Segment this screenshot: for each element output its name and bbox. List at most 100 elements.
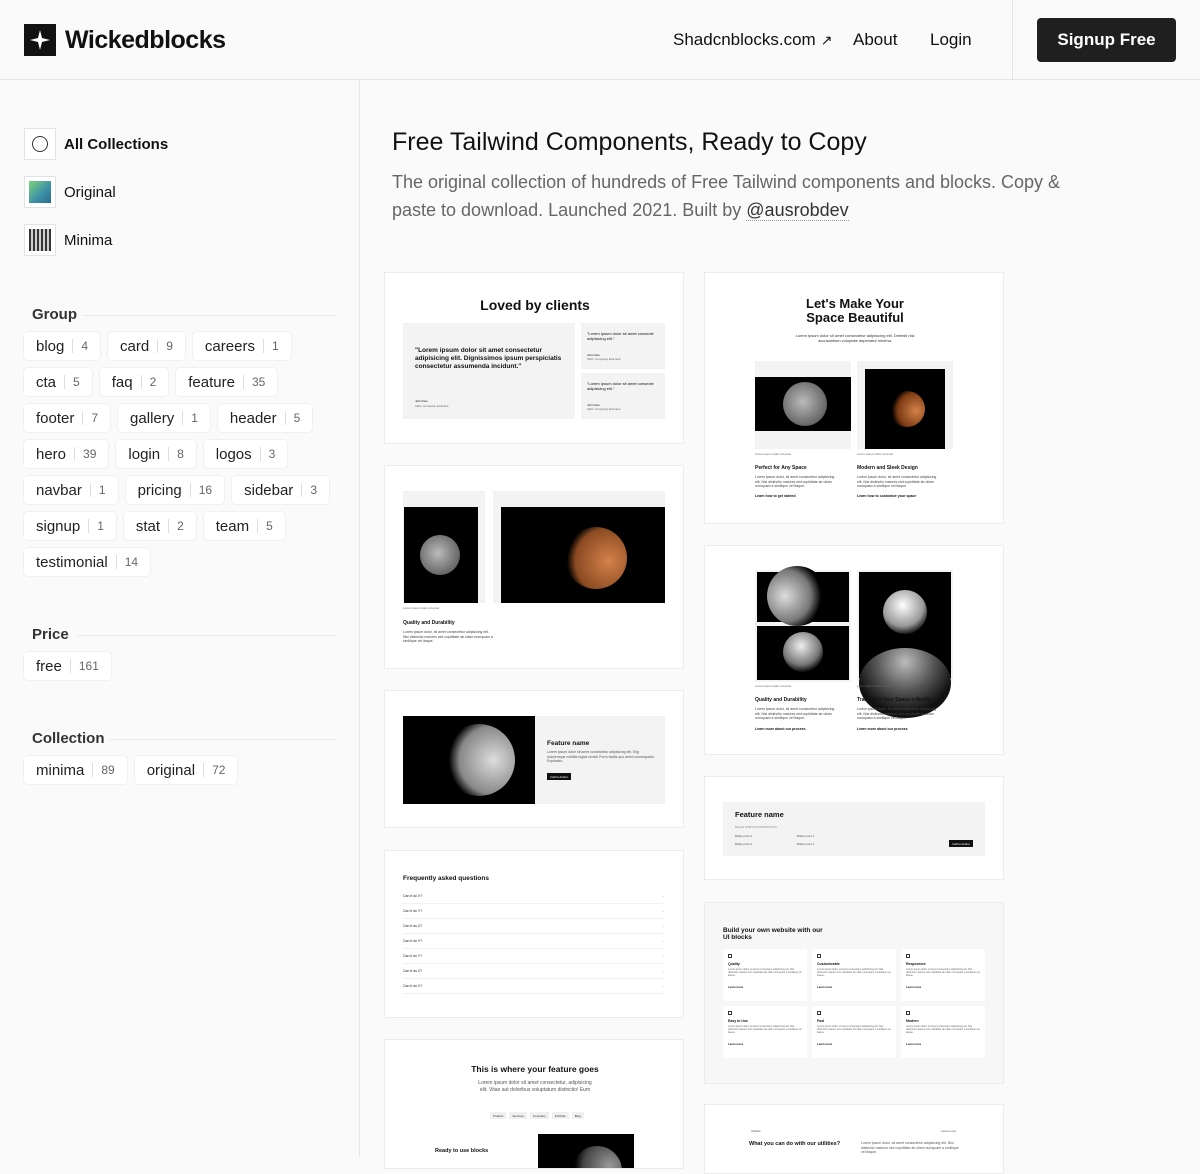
build-feature-card: Responsive Lorem ipsum dolor, sit amet co… xyxy=(901,949,985,1001)
preview-card-faq[interactable]: Frequently asked questions Can it do X? →… xyxy=(384,850,684,1018)
faq-row: Can it do X? → xyxy=(403,979,665,994)
filter-chip-count: 16 xyxy=(189,483,212,497)
group-divider xyxy=(82,315,336,316)
collection-original[interactable]: Original xyxy=(24,176,116,208)
preview-tab: Company xyxy=(529,1112,549,1119)
faq-question: Can it do X? xyxy=(403,939,423,943)
filter-chip-label: pricing xyxy=(137,481,182,499)
filter-chip-count: 2 xyxy=(168,519,184,533)
filter-chip-count: 5 xyxy=(284,411,300,425)
quality-link: Learn more about our process xyxy=(755,727,806,731)
author-link[interactable]: @ausrobdev xyxy=(746,200,849,221)
bullet-3: Bullet point 1 xyxy=(797,834,815,838)
quality-body: Lorem ipsum dolor, sit amet consectetur … xyxy=(755,707,835,720)
filter-chip-count: 1 xyxy=(262,339,279,353)
bullet-heading: BULLET POINTS & INTRODUCTION xyxy=(735,826,777,829)
feature-icon xyxy=(728,954,732,958)
chevron-right-icon: → xyxy=(661,984,666,988)
nav-shadcnblocks-link[interactable]: Shadcnblocks.com ↗ xyxy=(673,30,832,50)
build-feature-link: Learn more xyxy=(728,1042,744,1046)
filter-chip-label: team xyxy=(215,517,250,535)
filter-chip-count: 2 xyxy=(140,375,156,389)
filter-chip-label: sidebar xyxy=(244,481,294,499)
filter-chip-careers[interactable]: careers 1 xyxy=(192,332,291,360)
faq-question: Can it do Y? xyxy=(403,909,423,913)
build-feature-link: Learn more xyxy=(728,985,744,989)
signup-button[interactable]: Signup Free xyxy=(1037,18,1176,62)
filter-chip-header[interactable]: header 5 xyxy=(217,404,313,432)
feature-name: Feature name xyxy=(547,740,590,747)
nav-login-link[interactable]: Login xyxy=(930,30,972,50)
filter-chip-hero[interactable]: hero 39 xyxy=(24,440,109,468)
filter-chip-gallery[interactable]: gallery 1 xyxy=(118,404,210,432)
filter-chip-login[interactable]: login 8 xyxy=(116,440,196,468)
preview-card-quality[interactable]: Lorem ipsum dolor sit amet Lorem ipsum d… xyxy=(704,545,1004,755)
testimonial-quote: "Lorem ipsum dolor sit amet consectetur … xyxy=(415,347,562,370)
filter-chip-sidebar[interactable]: sidebar 3 xyxy=(232,476,329,504)
brand-logo[interactable]: Wickedblocks xyxy=(24,24,226,56)
ready-blocks-heading: Ready to use blocks xyxy=(435,1148,489,1154)
filter-chip-count: 35 xyxy=(242,375,265,389)
filter-chip-blog[interactable]: blog 4 xyxy=(24,332,101,360)
space-col2-body: Lorem ipsum dolor, sit amet consectetur … xyxy=(857,475,937,488)
preview-card-utilities[interactable]: Utilities Learn more What you can do wit… xyxy=(704,1104,1004,1174)
filter-chip-team[interactable]: team 5 xyxy=(203,512,285,540)
filter-chip-footer[interactable]: footer 7 xyxy=(24,404,111,432)
utilities-body: Lorem ipsum dolor, sit amet consectetur … xyxy=(861,1141,959,1154)
gallery-right-frame xyxy=(493,491,665,603)
collection-minima[interactable]: Minima xyxy=(24,224,112,256)
nav-about-link[interactable]: About xyxy=(853,30,897,50)
gallery-crescent-image xyxy=(501,507,665,603)
filter-chip-pricing[interactable]: pricing 16 xyxy=(125,476,225,504)
feature-text-panel: Feature name Lorem ipsum dolor sit amet … xyxy=(535,716,665,804)
filter-chip-signup[interactable]: signup 1 xyxy=(24,512,116,540)
filter-chip-navbar[interactable]: navbar 1 xyxy=(24,476,118,504)
filter-chip-free[interactable]: free 161 xyxy=(24,652,111,680)
group-section-title: Group xyxy=(32,306,77,323)
build-feature-card: Modern Lorem ipsum dolor, sit amet consec… xyxy=(901,1006,985,1058)
utilities-learn: Learn more xyxy=(941,1129,957,1133)
filter-chip-count: 89 xyxy=(92,763,115,777)
preview-card-gallery[interactable]: Lorem ipsum dolor sit amet Quality and D… xyxy=(384,465,684,669)
space-link1: Learn how to get started xyxy=(755,494,796,498)
collection-minima-label: Minima xyxy=(64,231,113,249)
collection-all[interactable]: All Collections xyxy=(24,128,168,160)
preview-card-feature-tabs[interactable]: This is where your feature goes Lorem ip… xyxy=(384,1039,684,1169)
filter-chip-card[interactable]: card 9 xyxy=(108,332,185,360)
build-feature-link: Learn more xyxy=(817,985,833,989)
testimonial-small-role: CEO, Company Example xyxy=(587,407,621,411)
filter-chip-minima[interactable]: minima 89 xyxy=(24,756,127,784)
preview-card-build[interactable]: Build your own website with our UI block… xyxy=(704,902,1004,1084)
filter-chip-original[interactable]: original 72 xyxy=(134,756,238,784)
build-feature-title: Quality xyxy=(728,962,740,966)
filter-chip-stat[interactable]: stat 2 xyxy=(123,512,196,540)
space-title: Let's Make Your Space Beautiful xyxy=(806,296,904,325)
testimonial-small-1: "Lorem ipsum dolor sit amet consecte adi… xyxy=(581,323,665,369)
preview-card-feature-bullets[interactable]: Feature name BULLET POINTS & INTRODUCTIO… xyxy=(704,776,1004,880)
testimonial-small-role: CEO, Company Example xyxy=(587,357,621,361)
chevron-right-icon: → xyxy=(661,969,666,973)
filter-chip-testimonial[interactable]: testimonial 14 xyxy=(24,548,151,576)
filter-chip-label: login xyxy=(128,445,161,463)
preview-card-testimonial[interactable]: Loved by clients "Lorem ipsum dolor sit … xyxy=(384,272,684,444)
transform-heading: Transform Your Space a Reality xyxy=(857,697,932,703)
filter-chip-count: 7 xyxy=(82,411,98,425)
nav-shadcnblocks-label: Shadcnblocks.com xyxy=(673,30,816,49)
preview-card-feature[interactable]: Feature name Lorem ipsum dolor sit amet … xyxy=(384,690,684,828)
quality-caption-left: Lorem ipsum dolor sit amet xyxy=(755,684,792,688)
quality-heading: Quality and Durability xyxy=(755,697,807,703)
filter-chip-faq[interactable]: faq 2 xyxy=(99,368,169,396)
page-subtitle-text: The original collection of hundreds of F… xyxy=(392,172,1061,220)
filter-chip-count: 5 xyxy=(257,519,273,533)
filter-chip-label: hero xyxy=(36,445,67,463)
testimonial-small-quote: "Lorem ipsum dolor sit amet consecte adi… xyxy=(587,331,654,341)
build-feature-link: Learn more xyxy=(906,985,922,989)
filter-chip-logos[interactable]: logos 3 xyxy=(203,440,288,468)
filter-chip-cta[interactable]: cta 5 xyxy=(24,368,92,396)
build-feature-card: Quality Lorem ipsum dolor, sit amet conse… xyxy=(723,949,807,1001)
testimonial-role: CEO, Company Example xyxy=(415,404,449,408)
filter-chip-feature[interactable]: feature 35 xyxy=(176,368,278,396)
collection-original-label: Original xyxy=(64,183,116,201)
preview-card-space[interactable]: Let's Make Your Space Beautiful Lorem ip… xyxy=(704,272,1004,524)
space-image-right xyxy=(857,361,953,449)
